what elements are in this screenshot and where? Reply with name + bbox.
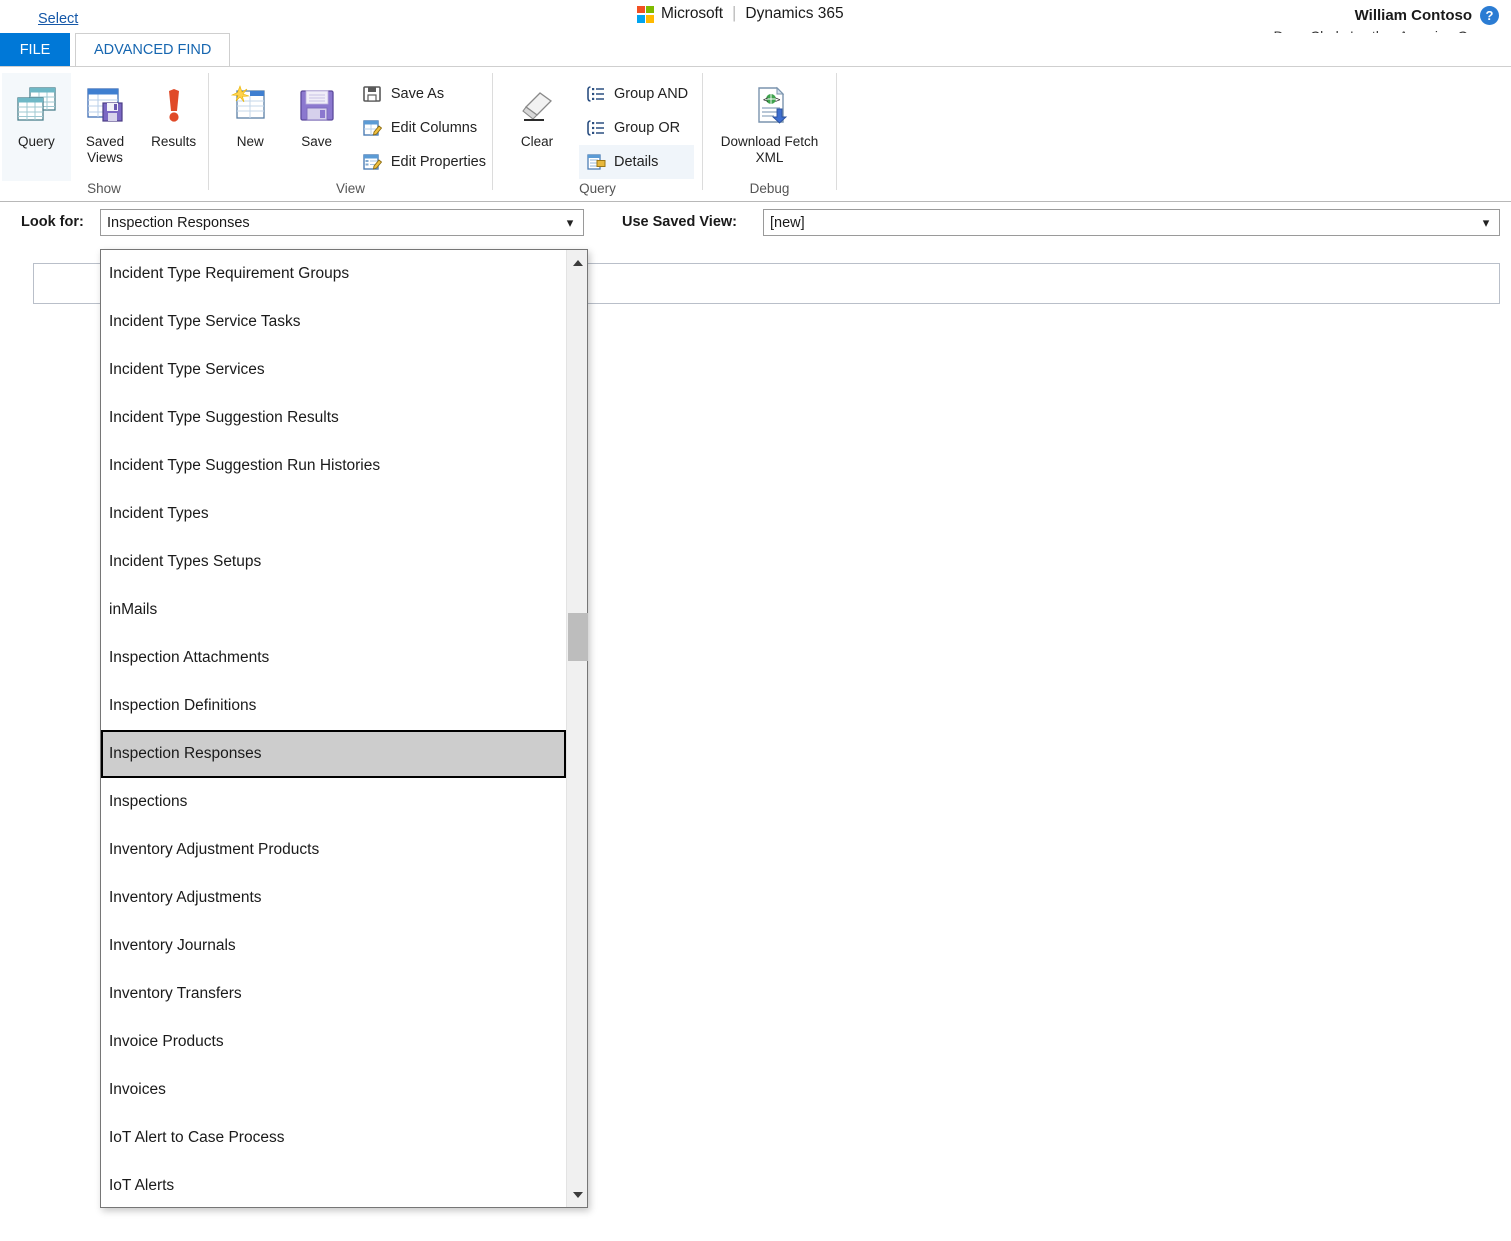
dropdown-options-container[interactable]: Incident Type Requirement Groups Incident… (101, 250, 566, 1207)
ribbon-button-clear-label: Clear (520, 134, 554, 149)
look-for-dropdown-list[interactable]: Incident Type Requirement Groups Incident… (100, 249, 588, 1208)
ribbon-group-query: Clear Group AND Group OR Details Query (493, 67, 702, 202)
look-for-select[interactable]: Inspection Responses ▾ (100, 209, 584, 236)
dropdown-option[interactable]: Incident Type Service Tasks (101, 298, 566, 346)
dropdown-option[interactable]: Incident Types (101, 490, 566, 538)
ribbon-group-view-label: View (335, 181, 366, 196)
ribbon-button-query[interactable]: Query (2, 73, 71, 181)
tab-file[interactable]: FILE (0, 33, 70, 66)
ribbon-separator (836, 73, 837, 190)
ribbon-button-download-fetch-xml-label-1: Download Fetch (720, 134, 819, 149)
dropdown-option[interactable]: Incident Types Setups (101, 538, 566, 586)
ribbon-button-edit-properties-label: Edit Properties (390, 154, 486, 170)
query-grid-icon (12, 78, 60, 132)
ribbon-tabstrip: FILE ADVANCED FIND (0, 33, 1511, 66)
ribbon-button-save[interactable]: Save (283, 73, 349, 150)
ribbon-button-download-fetch-xml[interactable]: < > Download Fetch XML (710, 73, 830, 165)
ribbon: Query Saved Views Results Show New Save … (0, 66, 1511, 202)
ribbon-button-edit-columns[interactable]: Edit Columns (356, 111, 492, 145)
ribbon-button-group-and-label: Group AND (614, 86, 689, 102)
look-for-value: Inspection Responses (107, 214, 250, 231)
ribbon-button-download-fetch-xml-label-2: XML (755, 149, 784, 165)
svg-text:<: < (763, 96, 769, 106)
ribbon-button-save-label: Save (301, 134, 333, 149)
ribbon-button-save-as[interactable]: Save As (356, 77, 492, 111)
product-label: Dynamics 365 (745, 5, 844, 22)
ribbon-button-details-label: Details (614, 154, 659, 170)
download-fetch-xml-icon: < > (746, 78, 794, 132)
ribbon-group-view: New Save Save As Edit Columns Edit Prope… (209, 67, 492, 202)
group-or-icon (585, 118, 606, 139)
dropdown-option[interactable]: Inventory Journals (101, 922, 566, 970)
save-floppy-icon (293, 78, 341, 132)
dropdown-option[interactable]: Incident Type Suggestion Results (101, 394, 566, 442)
saved-views-icon (81, 78, 129, 132)
ribbon-button-query-label: Query (17, 134, 55, 149)
ribbon-button-group-or[interactable]: Group OR (579, 111, 694, 145)
scroll-arrow-up-icon[interactable] (567, 252, 588, 273)
microsoft-logo-icon (637, 5, 654, 23)
edit-properties-icon (362, 152, 383, 173)
dropdown-option[interactable]: IoT Alerts (101, 1162, 566, 1207)
dropdown-option[interactable]: Inspection Attachments (101, 634, 566, 682)
dropdown-option[interactable]: Inventory Adjustment Products (101, 826, 566, 874)
ribbon-button-saved-views-label-1: Saved (85, 134, 125, 149)
brand-separator: | (731, 3, 737, 22)
dropdown-option[interactable]: Inventory Transfers (101, 970, 566, 1018)
edit-columns-icon (362, 118, 383, 139)
eraser-icon (513, 78, 561, 132)
ribbon-button-results[interactable]: Results (139, 73, 208, 150)
ribbon-button-new[interactable]: New (217, 73, 283, 150)
ribbon-button-edit-columns-label: Edit Columns (390, 120, 478, 136)
svg-text:>: > (775, 96, 781, 106)
look-for-label: Look for: (21, 214, 84, 230)
ribbon-button-saved-views[interactable]: Saved Views (71, 73, 140, 165)
new-record-icon (226, 78, 274, 132)
dropdown-option[interactable]: Incident Type Suggestion Run Histories (101, 442, 566, 490)
dropdown-option[interactable]: Incident Type Services (101, 346, 566, 394)
dropdown-option[interactable]: Invoices (101, 1066, 566, 1114)
dropdown-option[interactable]: Incident Type Requirement Groups (101, 250, 566, 298)
ribbon-button-clear[interactable]: Clear (501, 73, 573, 150)
ribbon-button-edit-properties[interactable]: Edit Properties (356, 145, 492, 179)
group-and-icon (585, 84, 606, 105)
select-attribute-link[interactable]: Select (38, 11, 78, 27)
use-saved-view-label: Use Saved View: (622, 214, 737, 230)
user-name: William Contoso (1354, 7, 1472, 24)
dropdown-option[interactable]: Invoice Products (101, 1018, 566, 1066)
chevron-down-icon[interactable]: ▾ (557, 215, 583, 231)
dropdown-option-selected[interactable]: Inspection Responses (101, 730, 566, 778)
ribbon-button-saved-views-label-2: Views (87, 149, 123, 165)
brand-area: Microsoft | Dynamics 365 (637, 3, 844, 24)
ribbon-group-debug: < > Download Fetch XML Debug (703, 67, 836, 202)
query-toolbar: Look for: Inspection Responses ▾ Use Sav… (0, 202, 1511, 244)
dropdown-option[interactable]: IoT Alert to Case Process (101, 1114, 566, 1162)
ribbon-group-debug-label: Debug (749, 181, 790, 196)
use-saved-view-select[interactable]: [new] ▾ (763, 209, 1500, 236)
microsoft-label: Microsoft (661, 5, 723, 22)
scroll-arrow-down-icon[interactable] (567, 1184, 588, 1205)
help-icon[interactable]: ? (1480, 6, 1499, 25)
ribbon-button-save-as-label: Save As (390, 86, 445, 102)
ribbon-button-group-and[interactable]: Group AND (579, 77, 694, 111)
chevron-down-icon[interactable]: ▾ (1473, 215, 1499, 231)
tab-advanced-find[interactable]: ADVANCED FIND (75, 33, 231, 66)
ribbon-button-results-label: Results (151, 134, 197, 149)
details-icon (585, 152, 606, 173)
dropdown-option[interactable]: Inspections (101, 778, 566, 826)
ribbon-button-new-label: New (236, 134, 264, 149)
ribbon-button-group-or-label: Group OR (614, 120, 681, 136)
ribbon-group-query-label: Query (579, 181, 616, 196)
dropdown-option[interactable]: Inspection Definitions (101, 682, 566, 730)
ribbon-button-details[interactable]: Details (579, 145, 695, 179)
save-as-icon (362, 84, 383, 105)
results-exclamation-icon (150, 78, 198, 132)
ribbon-group-show: Query Saved Views Results Show (0, 67, 208, 202)
app-header: Microsoft | Dynamics 365 William Contoso… (0, 0, 1511, 44)
dropdown-scrollbar[interactable] (566, 250, 588, 1207)
use-saved-view-value: [new] (770, 214, 805, 231)
dropdown-option[interactable]: inMails (101, 586, 566, 634)
dropdown-option[interactable]: Inventory Adjustments (101, 874, 566, 922)
scrollbar-thumb[interactable] (568, 613, 588, 661)
